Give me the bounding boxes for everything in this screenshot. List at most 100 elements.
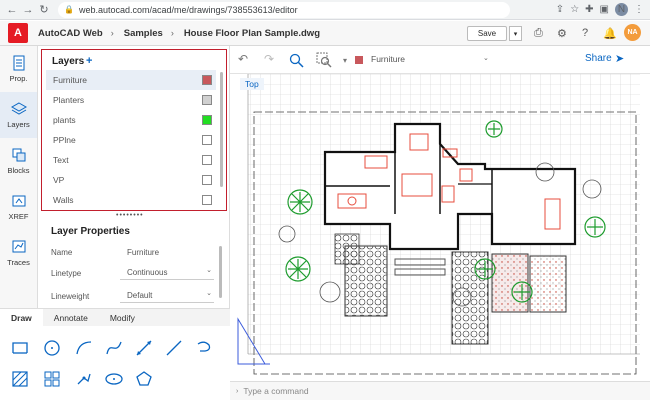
- sidebar-item-blocks[interactable]: Blocks: [0, 138, 37, 184]
- chevron-right-icon: ›: [170, 28, 174, 38]
- layer-row[interactable]: VP: [46, 170, 216, 190]
- line-tool-icon[interactable]: [164, 338, 184, 358]
- reload-icon[interactable]: ↻: [36, 3, 52, 16]
- sidebar-item-label: Layers: [7, 120, 30, 129]
- lock-icon: 🔒: [64, 5, 74, 14]
- measure-tool-icon[interactable]: [74, 369, 94, 389]
- save-button[interactable]: Save: [467, 26, 507, 41]
- traces-icon: [12, 240, 25, 253]
- current-layer-swatch: [355, 56, 363, 64]
- layer-name: Planters: [53, 95, 85, 105]
- zoom-extents-icon[interactable]: [288, 52, 304, 68]
- layer-row[interactable]: Planters: [46, 90, 216, 110]
- draw-tools: [0, 326, 230, 400]
- floor-plan-drawing: [230, 74, 650, 381]
- chevron-down-icon[interactable]: ▾: [343, 56, 347, 65]
- tab-modify[interactable]: Modify: [99, 309, 146, 326]
- layer-name: Text: [53, 155, 69, 165]
- xref-icon: [12, 195, 25, 207]
- breadcrumb-folder[interactable]: Samples: [124, 28, 163, 39]
- layer-name: PPlne: [53, 135, 76, 145]
- dimension-tool-icon[interactable]: [134, 338, 154, 358]
- layer-row[interactable]: Walls: [46, 190, 216, 210]
- print-icon[interactable]: ⎙: [534, 27, 543, 40]
- layer-color-swatch[interactable]: [202, 195, 212, 205]
- left-sidebar: Prop. Layers Blocks XREF Traces: [0, 46, 38, 308]
- save-dropdown-button[interactable]: ▾: [509, 26, 522, 41]
- add-layer-button[interactable]: +: [86, 55, 92, 67]
- app-name[interactable]: AutoCAD Web: [38, 28, 103, 39]
- sidebar-icon[interactable]: ▣: [600, 4, 609, 15]
- user-avatar[interactable]: NA: [624, 24, 641, 41]
- share-button[interactable]: Share: [585, 53, 612, 64]
- sidebar-item-properties[interactable]: Prop.: [0, 46, 37, 92]
- kebab-menu-icon[interactable]: ⋮: [634, 4, 644, 15]
- canvas-toolbar: ↶ ↷ ▾ Furniture ⌄ Share ➤: [230, 46, 650, 74]
- layer-color-swatch[interactable]: [202, 75, 212, 85]
- tab-annotate[interactable]: Annotate: [43, 309, 99, 326]
- command-input[interactable]: Type a command: [243, 386, 308, 396]
- extensions-icon[interactable]: ✚: [585, 4, 593, 15]
- chevron-right-icon: ›: [236, 387, 239, 395]
- block-insert-tool-icon[interactable]: [42, 369, 62, 389]
- circle-tool-icon[interactable]: [42, 338, 62, 358]
- gear-icon[interactable]: ⚙: [557, 27, 567, 40]
- command-line[interactable]: › Type a command: [230, 381, 650, 400]
- layer-properties-title: Layer Properties: [51, 226, 130, 237]
- current-layer-name: Furniture: [371, 54, 406, 64]
- properties-scrollbar[interactable]: [219, 246, 222, 298]
- sidebar-item-label: Traces: [7, 258, 30, 267]
- bell-icon[interactable]: 🔔: [603, 27, 617, 40]
- address-bar[interactable]: 🔒 web.autocad.com/acad/me/drawings/73855…: [58, 1, 510, 18]
- layer-color-swatch[interactable]: [202, 115, 212, 125]
- undo-icon[interactable]: ↶: [238, 52, 248, 66]
- arc-tool-icon[interactable]: [74, 338, 94, 358]
- redo-icon[interactable]: ↷: [264, 52, 274, 66]
- lineweight-value: Default: [127, 291, 153, 300]
- layer-color-swatch[interactable]: [202, 175, 212, 185]
- layer-row[interactable]: Furniture: [46, 70, 216, 90]
- current-layer-dropdown[interactable]: Furniture ⌄: [355, 54, 495, 67]
- layer-color-swatch[interactable]: [202, 155, 212, 165]
- polyline-tool-icon[interactable]: [10, 338, 30, 358]
- zoom-window-icon[interactable]: [316, 52, 332, 68]
- star-icon[interactable]: ☆: [570, 4, 579, 15]
- tab-draw[interactable]: Draw: [0, 309, 43, 326]
- view-label[interactable]: Top: [240, 78, 264, 90]
- autocad-logo[interactable]: A: [8, 23, 28, 43]
- spline-tool-icon[interactable]: [104, 338, 124, 358]
- chevron-down-icon: ⌄: [206, 267, 212, 274]
- hatch-tool-icon[interactable]: [10, 369, 30, 389]
- sidebar-item-traces[interactable]: Traces: [0, 230, 37, 276]
- forward-arrow-icon[interactable]: →: [20, 4, 36, 16]
- lineweight-dropdown[interactable]: Default ⌄: [120, 288, 214, 303]
- revcloud-tool-icon[interactable]: [194, 338, 214, 358]
- sidebar-item-label: Blocks: [7, 166, 30, 175]
- layer-row[interactable]: PPlne: [46, 130, 216, 150]
- drawing-canvas[interactable]: Top: [230, 74, 650, 381]
- layers-title: Layers: [52, 56, 85, 67]
- help-icon[interactable]: ?: [582, 27, 588, 39]
- layer-name: Walls: [53, 195, 74, 205]
- polygon-tool-icon[interactable]: [134, 369, 154, 389]
- profile-avatar[interactable]: N: [615, 3, 628, 16]
- layer-row[interactable]: plants: [46, 110, 216, 130]
- linetype-value: Continuous: [127, 268, 168, 277]
- layer-row[interactable]: Text: [46, 150, 216, 170]
- sidebar-item-xref[interactable]: XREF: [0, 184, 37, 230]
- share-page-icon[interactable]: ⇪: [556, 4, 564, 15]
- layer-name: Furniture: [53, 75, 88, 85]
- app-header: A AutoCAD Web › Samples › House Floor Pl…: [0, 21, 650, 46]
- panel-resize-grip[interactable]: ••••••••: [116, 212, 144, 219]
- send-icon[interactable]: ➤: [615, 52, 624, 65]
- name-value[interactable]: Furniture: [127, 248, 159, 257]
- layer-name: plants: [53, 115, 76, 125]
- layer-color-swatch[interactable]: [202, 95, 212, 105]
- back-arrow-icon[interactable]: ←: [4, 4, 20, 16]
- linetype-dropdown[interactable]: Continuous ⌄: [120, 265, 214, 280]
- layers-scrollbar[interactable]: [220, 72, 223, 187]
- ellipse-tool-icon[interactable]: [104, 369, 124, 389]
- sidebar-item-layers[interactable]: Layers: [0, 92, 37, 138]
- layer-color-swatch[interactable]: [202, 135, 212, 145]
- lineweight-label: Lineweight: [51, 292, 90, 301]
